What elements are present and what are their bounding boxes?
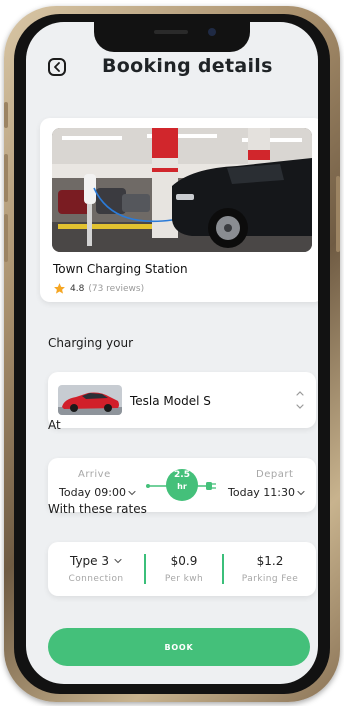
per-kwh-caption: Per kwh bbox=[164, 574, 204, 584]
per-kwh-rate: $0.9 Per kwh bbox=[146, 542, 222, 596]
depart-time-select[interactable]: Today 11:30 bbox=[228, 486, 305, 499]
rates-section-label: With these rates bbox=[48, 502, 147, 516]
station-rating: 4.8 (73 reviews) bbox=[53, 282, 144, 295]
arrive-label: Arrive bbox=[78, 469, 111, 480]
arrive-time-select[interactable]: Today 09:00 bbox=[59, 486, 136, 499]
parking-fee-caption: Parking Fee bbox=[241, 574, 299, 584]
vehicle-thumbnail bbox=[58, 385, 122, 415]
vehicle-section-label: Charging your bbox=[48, 336, 134, 350]
station-name: Town Charging Station bbox=[53, 262, 188, 276]
vehicle-selector[interactable]: Tesla Model S bbox=[48, 372, 316, 428]
power-button bbox=[336, 176, 340, 252]
front-camera bbox=[208, 28, 216, 36]
depart-time-value: Today 11:30 bbox=[228, 486, 296, 499]
rating-value: 4.8 bbox=[70, 283, 85, 294]
parking-fee-rate: $1.2 Parking Fee bbox=[224, 542, 316, 596]
volume-down-button bbox=[4, 214, 8, 262]
connection-caption: Connection bbox=[68, 574, 124, 584]
review-count: (73 reviews) bbox=[88, 283, 145, 294]
schedule-section-label: At bbox=[48, 418, 61, 432]
back-button[interactable] bbox=[48, 58, 66, 76]
vehicle-name: Tesla Model S bbox=[130, 394, 211, 408]
duration-value: 2.5 bbox=[174, 470, 190, 480]
connection-value-row: Type 3 bbox=[48, 554, 144, 568]
parking-fee-value: $1.2 bbox=[256, 554, 284, 568]
arrive-time-value: Today 09:00 bbox=[59, 486, 127, 499]
notch bbox=[94, 22, 250, 52]
chevron-down-icon bbox=[297, 490, 305, 495]
chevron-left-icon bbox=[54, 62, 60, 72]
connection-select[interactable]: Type 3 Connection bbox=[48, 542, 144, 596]
book-button[interactable]: BOOK bbox=[48, 628, 310, 666]
up-down-chevron-icon[interactable] bbox=[294, 386, 306, 414]
duration-unit: hr bbox=[177, 482, 187, 491]
chevron-down-icon bbox=[128, 490, 136, 495]
silent-switch bbox=[4, 102, 8, 128]
station-photo bbox=[52, 128, 312, 252]
rates-card: Type 3 Connection $0.9 Per kwh $1.2 Park… bbox=[48, 542, 316, 596]
star-icon bbox=[54, 283, 65, 294]
depart-label: Depart bbox=[256, 469, 294, 480]
volume-up-button bbox=[4, 154, 8, 202]
connection-value: Type 3 bbox=[69, 554, 109, 568]
station-card[interactable]: Town Charging Station 4.8 (73 reviews) bbox=[40, 118, 318, 302]
page-title: Booking details bbox=[102, 55, 273, 77]
duration-badge: 2.5 hr bbox=[166, 470, 198, 492]
per-kwh-value: $0.9 bbox=[170, 554, 198, 568]
speaker-grill bbox=[154, 30, 188, 34]
chevron-down-icon bbox=[114, 558, 122, 564]
app-screen: Booking details Town Charging Station 4.… bbox=[26, 22, 318, 684]
